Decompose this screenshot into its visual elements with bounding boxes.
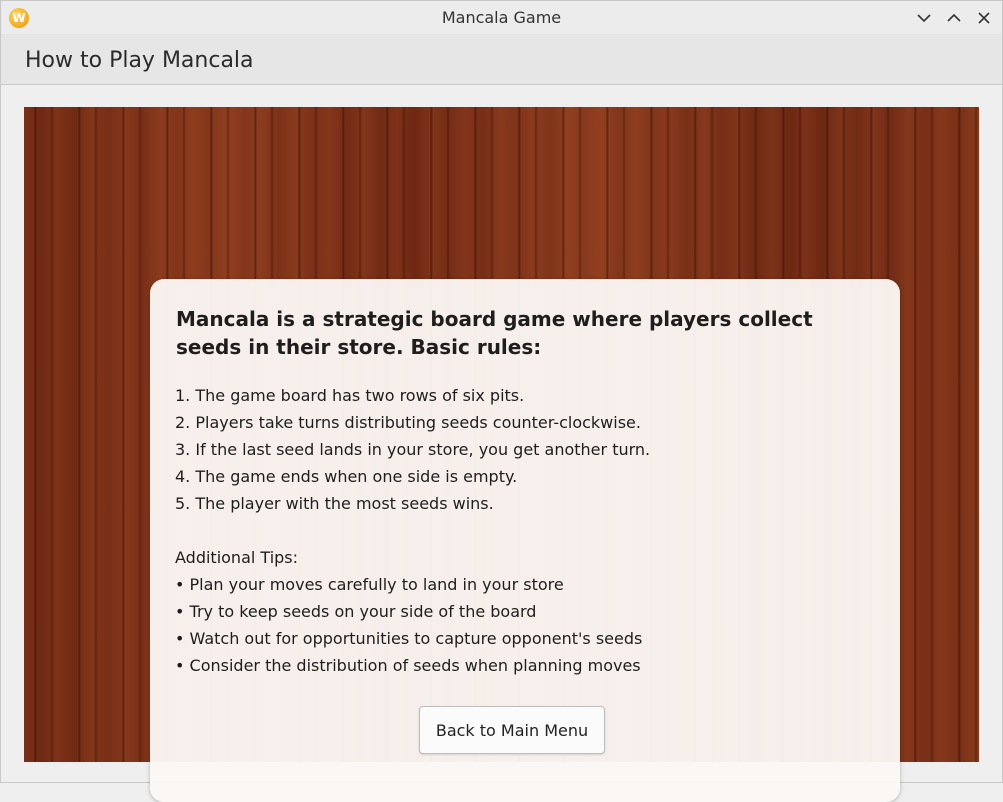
tips-list: Plan your moves carefully to land in you…: [175, 571, 643, 679]
rule-item: 3. If the last seed lands in your store,…: [175, 440, 651, 459]
rule-item: 5. The player with the most seeds wins.: [175, 494, 494, 513]
instructions-card: Mancala is a strategic board game where …: [150, 279, 900, 802]
maximize-icon: [947, 13, 961, 22]
wood-background: Mancala is a strategic board game where …: [24, 107, 979, 802]
close-button[interactable]: [973, 7, 995, 29]
minimize-icon: [917, 14, 931, 23]
intro-text: Mancala is a strategic board game where …: [176, 307, 813, 359]
tip-item: Consider the distribution of seeds when …: [175, 652, 642, 679]
rule-item: 4. The game ends when one side is empty.: [175, 467, 518, 486]
back-to-main-menu-button[interactable]: Back to Main Menu: [419, 706, 605, 754]
page-header: How to Play Mancala: [1, 34, 1002, 85]
close-icon: [978, 12, 990, 24]
page-title: How to Play Mancala: [25, 48, 254, 73]
maximize-button[interactable]: [943, 7, 965, 29]
minimize-button[interactable]: [913, 7, 935, 29]
window-title: Mancala Game: [441, 8, 562, 27]
rule-item: 1. The game board has two rows of six pi…: [175, 386, 525, 405]
tip-item: Plan your moves carefully to land in you…: [175, 571, 642, 598]
title-bar[interactable]: W Mancala Game: [1, 1, 1002, 34]
tip-item: Try to keep seeds on your side of the bo…: [175, 598, 642, 625]
tips-heading: Additional Tips:: [175, 548, 299, 567]
tip-item: Watch out for opportunities to capture o…: [175, 625, 643, 652]
rules-list: 1. The game board has two rows of six pi…: [175, 382, 650, 517]
app-window: W Mancala Game How to Play Mancala Manca…: [0, 0, 1003, 802]
rule-item: 2. Players take turns distributing seeds…: [175, 413, 641, 432]
